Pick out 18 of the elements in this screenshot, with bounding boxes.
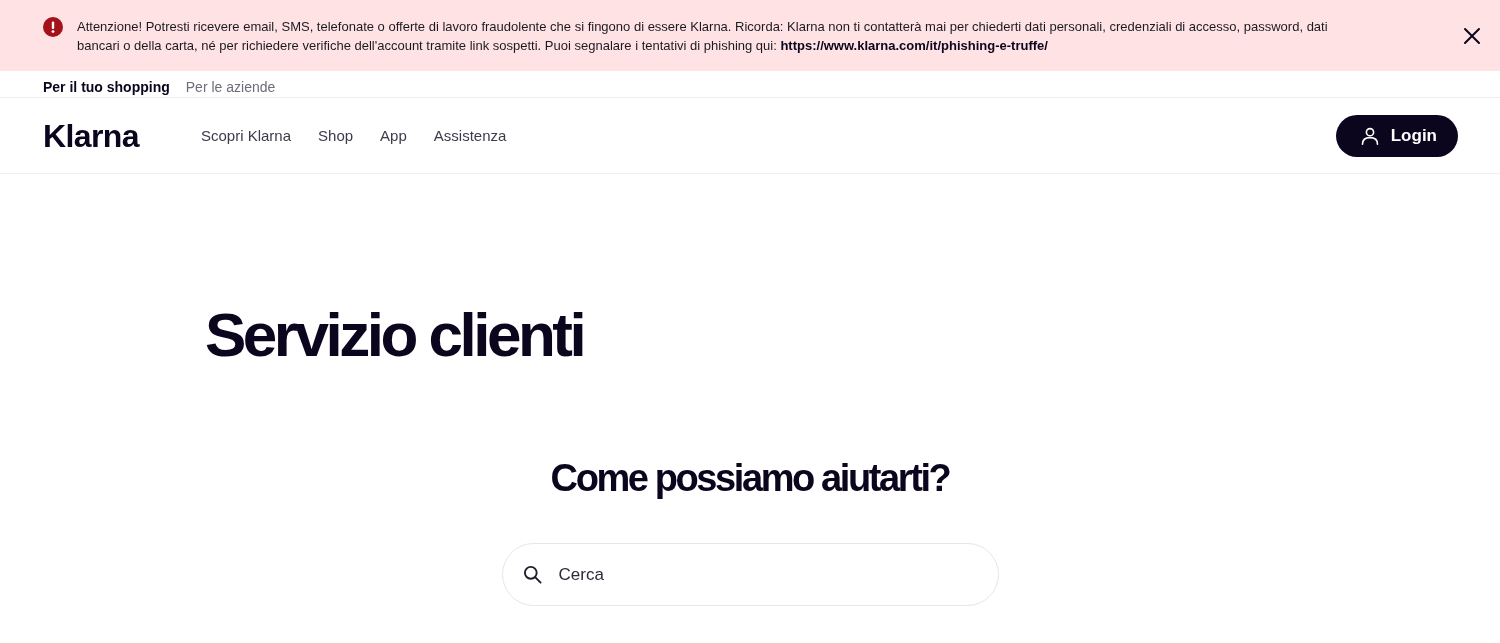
close-icon xyxy=(1463,27,1481,45)
help-heading: Come possiamo aiutarti? xyxy=(550,456,950,501)
search-field[interactable]: Cerca xyxy=(501,543,999,606)
warning-message: Attenzione! Potresti ricevere email, SMS, telefonate o offerte di lavoro fraudolente che si fingono di essere Klarna. Ricorda: Klarna non ti contatterà mai per chiederti dati personali, credenziali di accesso, password, dati bancari o della carta, né per richiedere verifiche dell'account tramite link sospetti. Puoi segnalare i tentativi di phishing qui: https://www.klarna.com/it/phishing-e-truffe/ xyxy=(77,18,1329,55)
nav-link[interactable]: App xyxy=(380,127,407,144)
search-icon xyxy=(522,565,542,584)
nav-link[interactable]: Assistenza xyxy=(433,127,507,144)
nav-link[interactable]: Shop xyxy=(318,127,354,144)
user-icon xyxy=(1360,126,1379,145)
audience-tab[interactable]: Per il tuo shopping xyxy=(43,78,170,97)
nav-link[interactable]: Scopri Klarna xyxy=(201,127,292,144)
logo[interactable]: Klarna xyxy=(43,119,139,152)
page-title: Servizio clienti xyxy=(205,302,584,368)
audience-tab[interactable]: Per le aziende xyxy=(185,78,276,97)
phishing-report-link[interactable]: https://www.klarna.com/it/phishing-e-truffe/ xyxy=(780,38,1048,53)
alert-icon xyxy=(43,17,63,37)
login-button[interactable]: Login xyxy=(1335,114,1458,157)
close-button[interactable] xyxy=(1463,27,1481,45)
